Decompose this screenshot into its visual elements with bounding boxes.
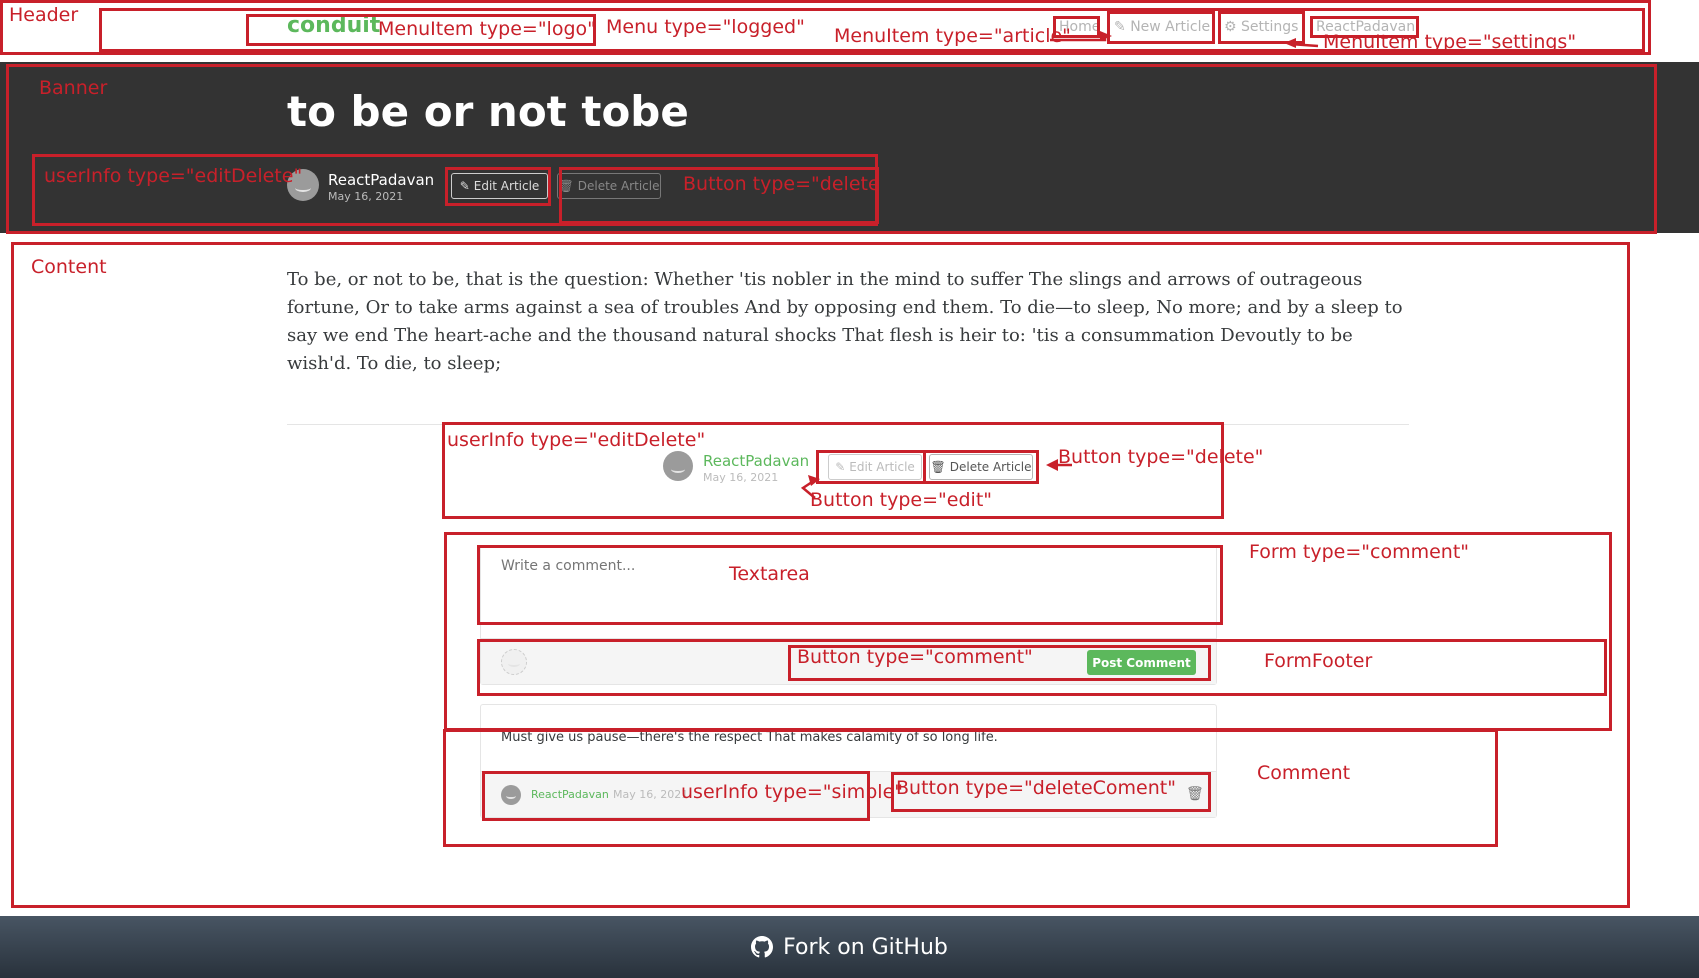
annotation-form-footer: FormFooter	[1264, 650, 1373, 672]
annotation-content: Content	[31, 256, 107, 278]
annotation-logo: MenuItem type="logo"	[378, 18, 596, 40]
annotation-userinfo-simple: userInfo type="simple"	[681, 781, 903, 803]
annotation-banner: Banner	[39, 77, 108, 99]
annotation-userinfo-meta: userInfo type="editDelete"	[447, 429, 706, 451]
annotation-button-delete-banner: Button type="delete	[683, 173, 880, 195]
annotation-header: Header	[9, 4, 79, 26]
annotation-button-delete-comment: Button type="deleteComent"	[896, 777, 1176, 799]
annotation-button-edit: Button type="edit"	[810, 489, 993, 511]
annotation-textarea: Textarea	[729, 563, 810, 585]
annotation-settings: MenuItem type="settings"	[1323, 31, 1577, 53]
annotation-userinfo-banner: userInfo type="editDelete"	[44, 165, 303, 187]
annotation-menu: Menu type="logged"	[606, 16, 805, 38]
annotation-article: MenuItem type="article"	[834, 25, 1071, 47]
annotation-button-delete-meta: Button type="delete"	[1058, 446, 1264, 468]
annotation-comment: Comment	[1257, 762, 1351, 784]
annotation-form-comment: Form type="comment"	[1249, 541, 1470, 563]
annotation-button-comment: Button type="comment"	[797, 646, 1033, 668]
